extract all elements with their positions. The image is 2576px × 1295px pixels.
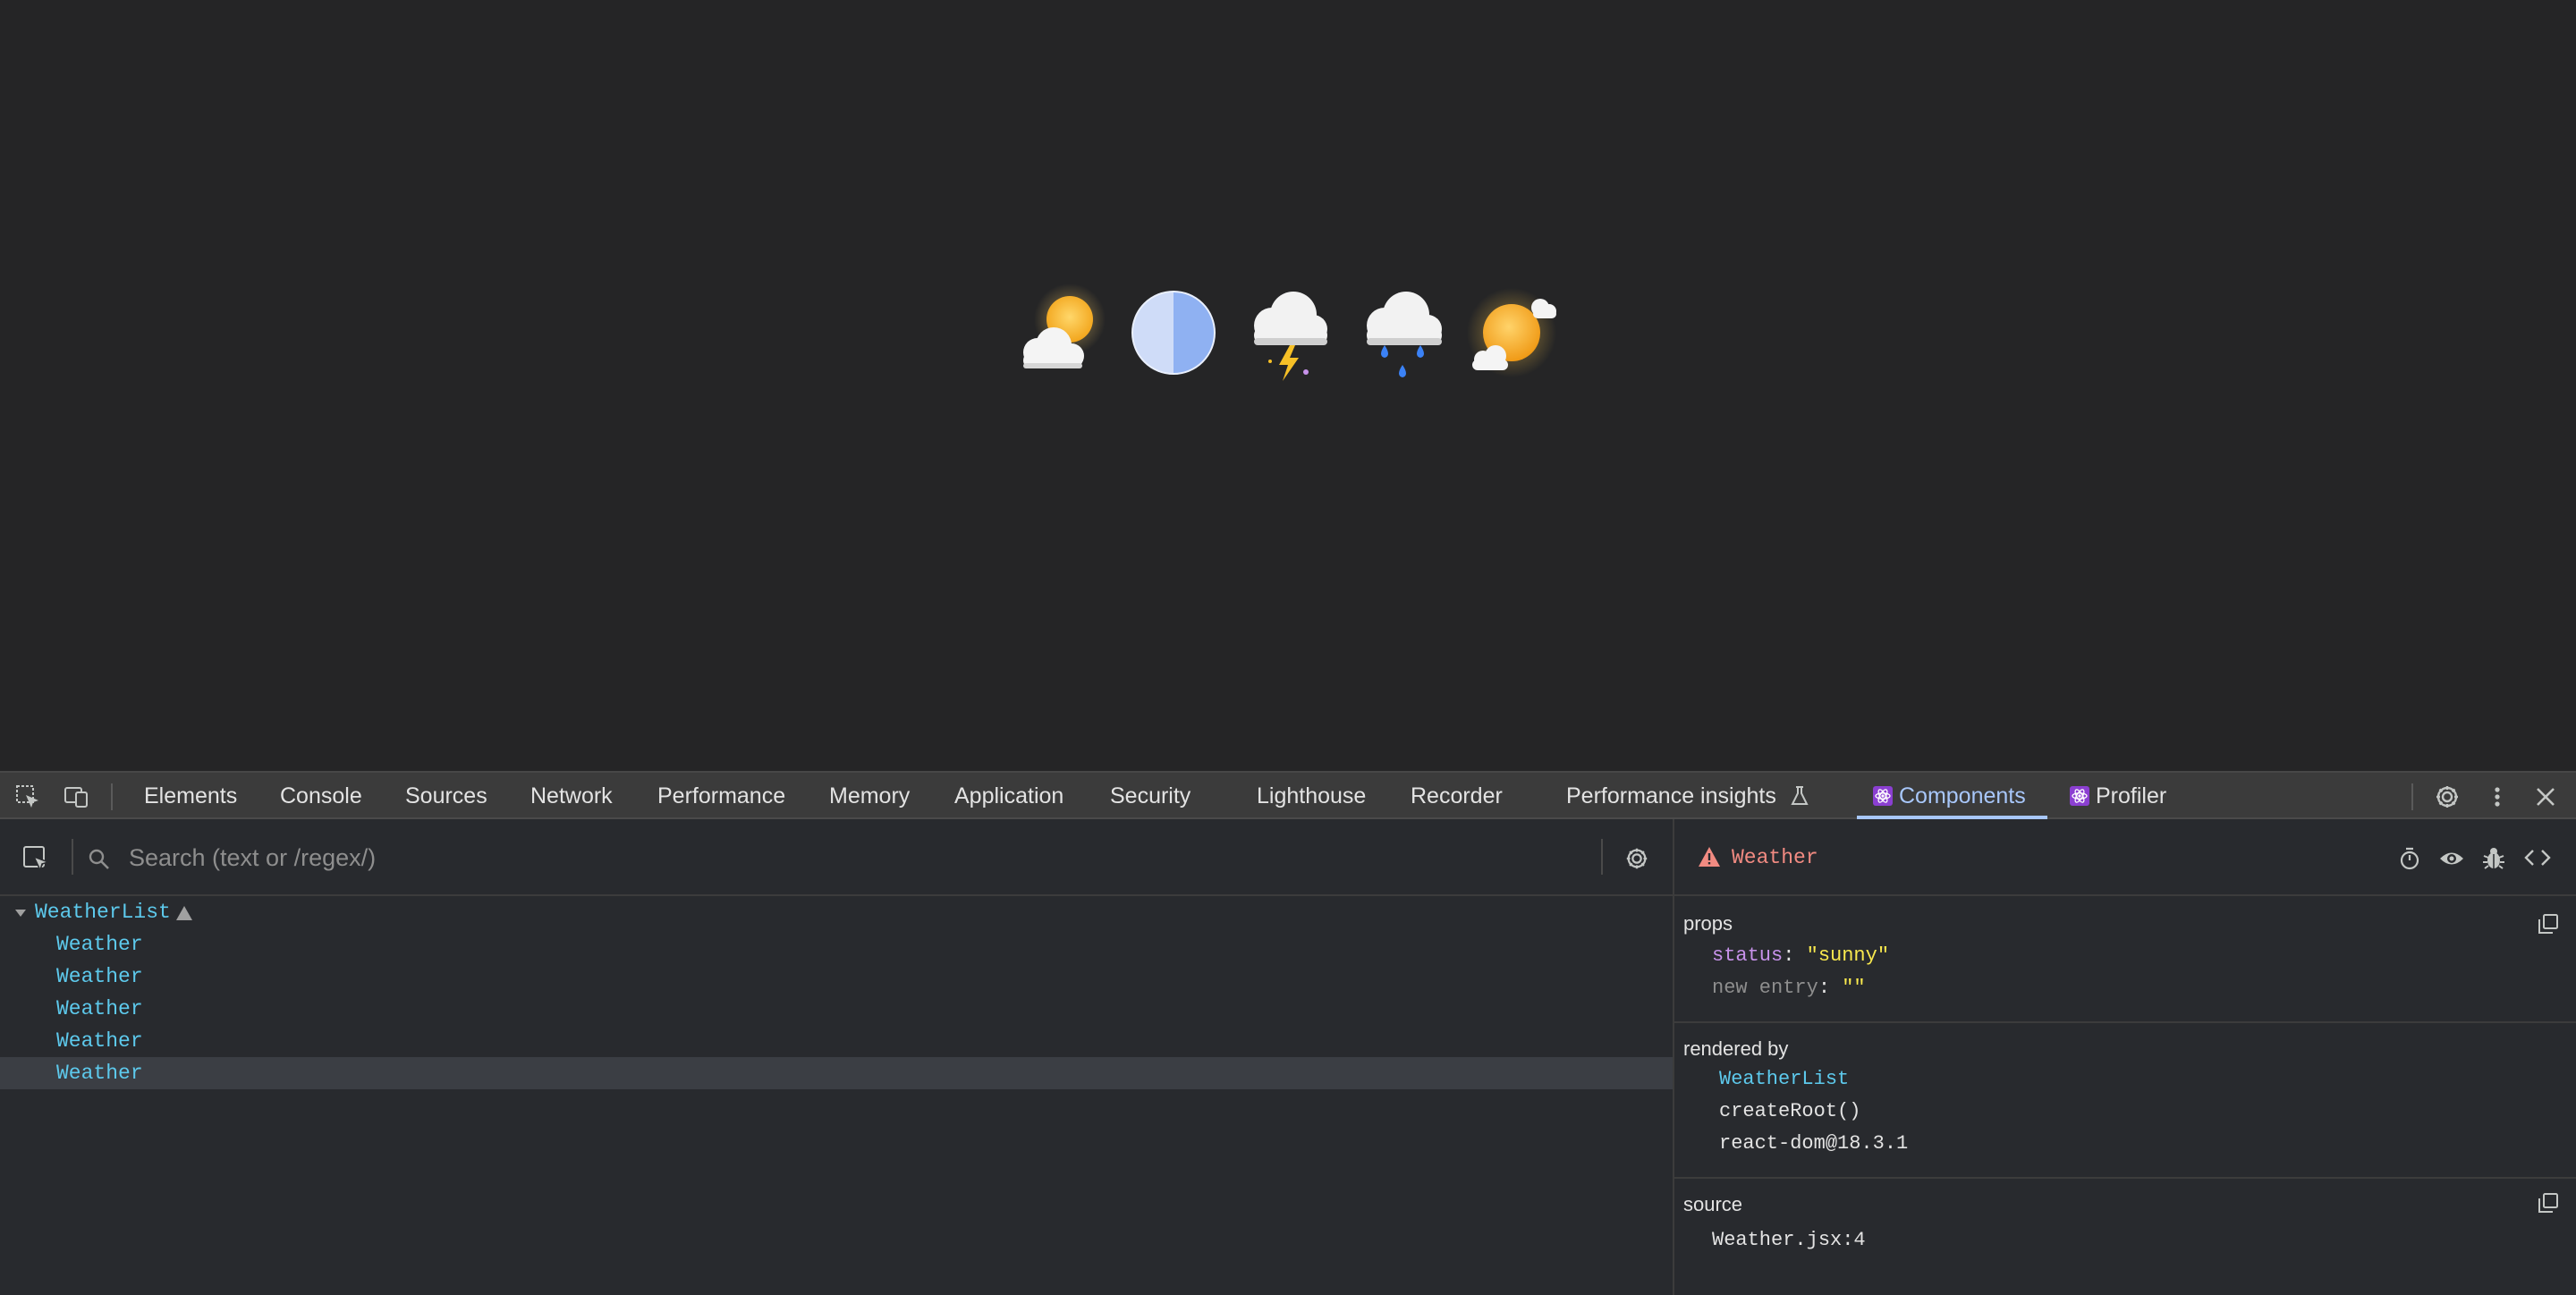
prop-row-new-entry[interactable]: new entry: "" — [1712, 977, 1866, 999]
tab-network[interactable]: Network — [530, 773, 613, 819]
settings-gear-icon[interactable] — [2434, 783, 2461, 810]
select-element-icon[interactable] — [21, 844, 50, 873]
tab-lighthouse[interactable]: Lighthouse — [1257, 773, 1366, 819]
source-section-title: source — [1683, 1193, 1743, 1215]
rendered-by-section-title: rendered by — [1683, 1037, 1789, 1060]
tree-node-weather[interactable]: Weather — [0, 1025, 1673, 1057]
more-options-icon[interactable] — [2484, 783, 2511, 810]
prop-value[interactable]: "sunny" — [1807, 944, 1889, 967]
view-source-icon[interactable] — [2524, 847, 2551, 868]
prop-key[interactable]: new entry — [1712, 977, 1818, 999]
tab-security[interactable]: Security — [1110, 773, 1191, 819]
tab-elements[interactable]: Elements — [144, 773, 237, 819]
tab-components[interactable]: Components — [1857, 773, 2047, 819]
component-tree-pane: WeatherList Weather Weather Weather Weat… — [0, 819, 1674, 1295]
copy-icon[interactable] — [2537, 912, 2560, 935]
sunny-icon — [1467, 288, 1556, 377]
search-separator — [1601, 839, 1603, 875]
tab-recorder[interactable]: Recorder — [1411, 773, 1503, 819]
component-search-bar — [0, 819, 1673, 896]
tree-node-label: WeatherList — [35, 901, 171, 924]
source-location[interactable]: Weather.jsx:4 — [1712, 1229, 1866, 1251]
prop-row-status[interactable]: status: "sunny" — [1712, 944, 1889, 967]
tab-performance[interactable]: Performance — [657, 773, 785, 819]
tree-node-label: Weather — [56, 933, 143, 956]
tree-node-label: Weather — [56, 965, 143, 988]
props-section-title: props — [1683, 912, 1733, 935]
inspect-element-icon[interactable] — [14, 783, 41, 810]
react-icon — [2070, 786, 2089, 806]
thunderstorm-icon — [1254, 292, 1327, 381]
prop-separator: : — [1818, 977, 1843, 999]
tab-profiler[interactable]: Profiler — [2070, 773, 2166, 819]
tree-node-label: Weather — [56, 1029, 143, 1053]
devtools-toolbar: Elements Console Sources Network Perform… — [0, 771, 2576, 819]
tree-settings-gear-icon[interactable] — [1624, 846, 1649, 871]
rendered-by-item: react-dom@18.3.1 — [1719, 1132, 1909, 1155]
rendered-by-item: createRoot() — [1719, 1100, 1861, 1122]
warning-icon — [1699, 847, 1720, 867]
tree-node-weatherlist[interactable]: WeatherList — [0, 896, 1673, 928]
divider — [1674, 1177, 2576, 1179]
experiment-flask-icon — [1791, 786, 1809, 805]
component-inspector-pane: Weather props status: "sunny" new entry:… — [1674, 819, 2576, 1295]
rain-icon — [1367, 292, 1442, 377]
react-icon — [1873, 786, 1893, 806]
tab-console[interactable]: Console — [280, 773, 362, 819]
tab-profiler-label: Profiler — [2096, 783, 2167, 808]
prop-key: status — [1712, 944, 1784, 967]
search-separator — [72, 839, 73, 875]
half-moon-icon — [1131, 291, 1216, 375]
prop-value[interactable]: "" — [1842, 977, 1865, 999]
rendered-by-component-link[interactable]: WeatherList — [1719, 1068, 1849, 1090]
toolbar-separator — [2411, 783, 2413, 810]
tree-node-label: Weather — [56, 997, 143, 1020]
toolbar-separator — [111, 783, 113, 810]
divider — [1674, 1021, 2576, 1023]
tab-sources[interactable]: Sources — [405, 773, 487, 819]
tab-performance-insights-label: Performance insights — [1566, 783, 1776, 808]
tab-performance-insights[interactable]: Performance insights — [1566, 773, 1809, 819]
weather-icons — [1005, 279, 1567, 386]
divider — [1674, 894, 2576, 896]
partly-cloudy-icon — [1023, 284, 1106, 368]
warning-icon — [176, 906, 192, 920]
expand-triangle-icon[interactable] — [14, 909, 27, 918]
page-viewport — [0, 0, 2576, 771]
tree-node-weather-selected[interactable]: Weather — [0, 1057, 1673, 1089]
tree-node-weather[interactable]: Weather — [0, 928, 1673, 961]
tree-node-weather[interactable]: Weather — [0, 993, 1673, 1025]
prop-separator: : — [1783, 944, 1807, 967]
bug-icon[interactable] — [2481, 845, 2506, 872]
device-toolbar-icon[interactable] — [63, 783, 89, 810]
tab-memory[interactable]: Memory — [829, 773, 910, 819]
selected-component-name: Weather — [1732, 846, 1818, 869]
tree-node-label: Weather — [56, 1062, 143, 1085]
search-input[interactable] — [127, 837, 1580, 878]
copy-icon[interactable] — [2537, 1191, 2560, 1215]
search-icon — [89, 849, 109, 869]
tab-components-label: Components — [1899, 783, 2026, 808]
devtools-panel: Elements Console Sources Network Perform… — [0, 771, 2576, 1295]
close-icon[interactable] — [2532, 783, 2559, 810]
tab-application[interactable]: Application — [954, 773, 1063, 819]
tree-node-weather[interactable]: Weather — [0, 961, 1673, 993]
eye-icon[interactable] — [2438, 846, 2465, 871]
stopwatch-icon[interactable] — [2397, 846, 2422, 871]
